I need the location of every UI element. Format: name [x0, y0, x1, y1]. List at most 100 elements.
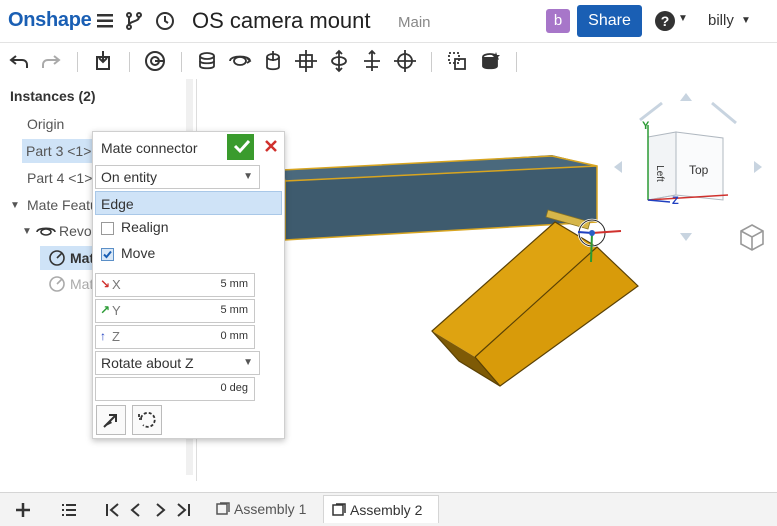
z-label: Z [112, 329, 120, 344]
y-arrow-icon: ↗ [100, 303, 111, 317]
view-cube-top-label[interactable]: Top [689, 163, 708, 177]
document-title[interactable]: OS camera mount [192, 8, 371, 34]
tree-item-part3[interactable]: Part 3 <1> [22, 139, 96, 163]
replicate-icon[interactable] [479, 49, 503, 73]
revolute-mate-icon [36, 227, 56, 236]
tab-label: Assembly 1 [234, 501, 307, 517]
next-tab-icon[interactable] [150, 500, 170, 520]
mate-connector-dialog: Mate connector On entity ▼ Edge Realign … [92, 131, 285, 439]
revolute-mate-icon[interactable] [228, 49, 252, 73]
tree-item-mate-a[interactable]: Mat [70, 246, 94, 270]
x-label: X [112, 277, 121, 292]
selected-entity-field[interactable]: Edge [95, 191, 282, 215]
expand-caret-icon[interactable]: ▼ [22, 226, 32, 237]
tab-bar: Assembly 1 Assembly 2 [0, 492, 777, 526]
select-caret-icon: ▼ [243, 171, 253, 182]
flip-primary-axis-button[interactable] [96, 405, 126, 435]
tab-assembly-2[interactable]: Assembly 2 [323, 495, 439, 523]
x-value: 5 mm [220, 278, 249, 290]
toolbar-divider [431, 52, 432, 72]
axis-z-label: Z [672, 195, 679, 207]
workspace-name[interactable]: Main [398, 14, 431, 31]
y-value: 5 mm [220, 304, 249, 316]
move-label: Move [121, 245, 156, 261]
redo-icon[interactable] [39, 49, 63, 73]
tree-item-mate-b[interactable]: Mat [70, 272, 93, 296]
mate-connector-icon [49, 276, 65, 292]
rotate-down-arrow-icon[interactable] [680, 233, 692, 241]
rotate-left-arrow-icon[interactable] [614, 161, 622, 173]
user-caret-icon[interactable]: ▼ [741, 15, 751, 26]
realign-checkbox[interactable] [101, 222, 114, 235]
tree-item-origin[interactable]: Origin [27, 112, 64, 136]
rotate-up-arrow-icon[interactable] [680, 93, 692, 101]
slider-mate-icon[interactable] [261, 49, 285, 73]
close-icon [265, 139, 277, 152]
z-arrow-icon: ↑ [100, 329, 106, 343]
cancel-button[interactable] [258, 134, 280, 160]
accept-button[interactable] [227, 134, 254, 160]
move-checkbox[interactable] [101, 248, 114, 261]
onshape-logo[interactable]: Onshape [8, 9, 92, 32]
rotation-type-value: Rotate about Z [101, 355, 194, 371]
toolbar-divider [181, 52, 182, 72]
tab-assembly-1[interactable]: Assembly 1 [208, 495, 322, 523]
help-icon[interactable]: ? [655, 11, 675, 31]
add-icon[interactable] [13, 500, 33, 520]
planar-mate-icon[interactable] [294, 49, 318, 73]
reorient-secondary-axis-button[interactable] [132, 405, 162, 435]
ball-mate-icon[interactable] [393, 49, 417, 73]
previous-tab-icon[interactable] [126, 500, 146, 520]
user-avatar[interactable]: b [546, 9, 570, 33]
toolbar-divider [516, 52, 517, 72]
realign-label: Realign [121, 219, 169, 235]
origin-type-select[interactable]: On entity ▼ [95, 165, 260, 189]
assembly-tab-icon [216, 502, 230, 515]
user-menu[interactable]: billy [708, 12, 734, 29]
view-cube-left-label[interactable]: Left [654, 165, 665, 182]
group-icon[interactable] [445, 49, 469, 73]
rotate-axis-icon [138, 411, 156, 428]
menu-icon[interactable] [94, 10, 116, 32]
tree-item-part4[interactable]: Part 4 <1> [27, 166, 92, 190]
last-tab-icon[interactable] [173, 500, 193, 520]
expand-caret-icon[interactable]: ▼ [10, 200, 20, 211]
x-arrow-icon: ↘ [100, 277, 111, 291]
rotation-angle-value: 0 deg [220, 382, 248, 394]
y-label: Y [112, 303, 121, 318]
undo-icon[interactable] [7, 49, 31, 73]
mate-connector-icon [49, 250, 65, 266]
pin-slot-mate-icon[interactable] [360, 49, 384, 73]
assembly-tab-icon [332, 503, 346, 516]
toolbar-divider [77, 52, 78, 72]
y-offset-input[interactable]: ↗ Y 5 mm [95, 299, 255, 323]
history-icon[interactable] [154, 10, 176, 32]
cylindrical-mate-icon[interactable] [327, 49, 351, 73]
top-bar: Onshape OS camera mount Main b Share ? ▼… [0, 0, 777, 43]
toolbar-divider [129, 52, 130, 72]
rotate-right-arrow-icon[interactable] [754, 161, 762, 173]
mate-connector-icon[interactable] [143, 49, 167, 73]
assembly-toolbar [0, 43, 777, 79]
tree-item-mate-features[interactable]: Mate Featu [27, 193, 98, 217]
view-options-cube-icon[interactable] [738, 222, 766, 252]
z-offset-input[interactable]: ↑ Z 0 mm [95, 325, 255, 349]
origin-type-value: On entity [101, 169, 158, 185]
first-tab-icon[interactable] [103, 500, 123, 520]
rotation-angle-input[interactable]: 0 deg [95, 377, 255, 401]
x-offset-input[interactable]: ↘ X 5 mm [95, 273, 255, 297]
axis-y-label: Y [642, 120, 650, 132]
tree-item-revolute[interactable]: Revol [59, 219, 95, 243]
insert-icon[interactable] [91, 49, 115, 73]
fastened-mate-icon[interactable] [195, 49, 219, 73]
check-icon [233, 139, 251, 153]
branch-icon[interactable] [123, 10, 145, 32]
tab-label: Assembly 2 [350, 502, 423, 518]
instances-title: Instances (2) [10, 88, 96, 104]
help-caret-icon[interactable]: ▼ [678, 13, 688, 24]
share-button[interactable]: Share [577, 5, 642, 37]
select-caret-icon: ▼ [243, 357, 253, 368]
tab-list-icon[interactable] [59, 500, 79, 520]
rotation-type-select[interactable]: Rotate about Z ▼ [95, 351, 260, 375]
checkmark-icon [103, 250, 112, 259]
